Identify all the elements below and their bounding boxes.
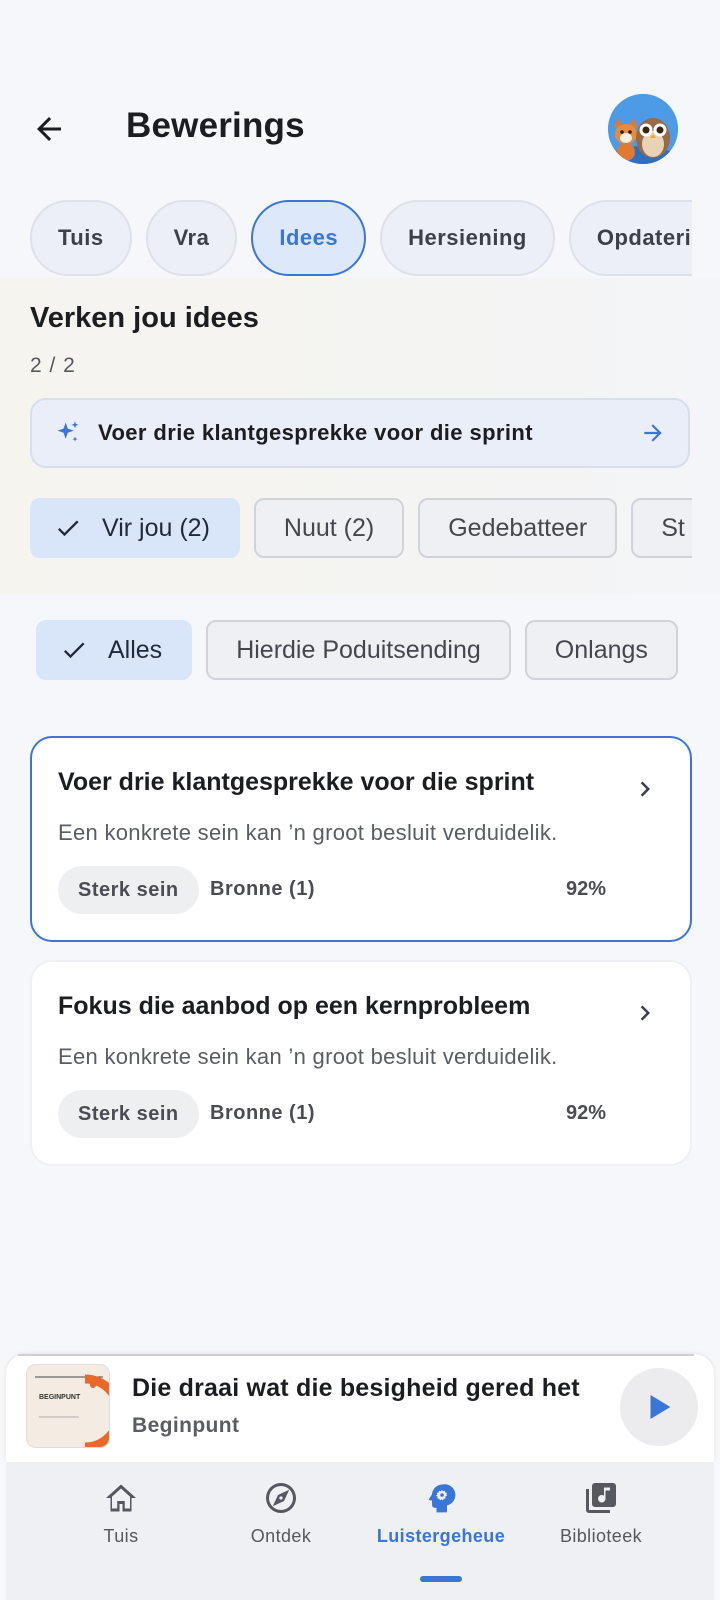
tab-bar: Tuis Vra Idees Hersiening Opdaterin bbox=[30, 200, 692, 278]
idea-description: Een konkrete sein kan ’n groot besluit v… bbox=[58, 820, 558, 845]
strength-badge: Sterk sein bbox=[58, 1090, 199, 1138]
explore-ideas-section: Verken jou idees 2 / 2 Voer drie klantge… bbox=[0, 278, 720, 594]
check-icon bbox=[54, 514, 82, 542]
podcast-name: Beginpunt bbox=[132, 1414, 240, 1437]
tab-vra[interactable]: Vra bbox=[145, 200, 238, 276]
chip-alles[interactable]: Alles bbox=[36, 620, 193, 680]
confidence-percent: 92% bbox=[565, 1102, 606, 1124]
bottom-navigation: Tuis Ontdek Luistergeheue Biblioteek bbox=[6, 1462, 714, 1600]
nav-item-luistergeheue[interactable]: Luistergeheue bbox=[366, 1480, 516, 1582]
library-icon bbox=[586, 1483, 616, 1513]
page-title: Bewerings bbox=[126, 106, 305, 145]
chevron-right-icon bbox=[630, 998, 660, 1028]
idea-card[interactable]: Fokus die aanbod op een kernprobleem Een… bbox=[30, 960, 692, 1166]
episode-title: Die draai wat die besigheid gered het bbox=[132, 1374, 580, 1402]
nav-item-tuis[interactable]: Tuis bbox=[46, 1480, 196, 1547]
chip-label: Vir jou (2) bbox=[102, 513, 210, 542]
tab-tuis[interactable]: Tuis bbox=[30, 200, 132, 276]
play-button[interactable] bbox=[620, 1368, 698, 1446]
check-icon bbox=[60, 636, 88, 664]
idea-card[interactable]: Voer drie klantgesprekke voor die sprint… bbox=[30, 736, 692, 942]
idea-count: 2 / 2 bbox=[30, 354, 76, 377]
back-button[interactable] bbox=[28, 108, 70, 150]
play-icon bbox=[650, 1394, 671, 1420]
arrow-right-icon bbox=[644, 424, 662, 442]
idea-title: Voer drie klantgesprekke voor die sprint bbox=[58, 768, 535, 796]
tab-opdatering[interactable]: Opdaterin bbox=[568, 200, 692, 276]
idea-title: Fokus die aanbod op een kernprobleem bbox=[58, 992, 531, 1020]
avatar-illustration bbox=[608, 94, 678, 164]
chip-nuut[interactable]: Nuut (2) bbox=[253, 498, 405, 558]
tab-idees[interactable]: Idees bbox=[251, 200, 367, 276]
sources-count[interactable]: Bronne (1) bbox=[210, 878, 315, 901]
brain-icon bbox=[428, 1484, 456, 1513]
chip-vir-jou[interactable]: Vir jou (2) bbox=[30, 498, 240, 558]
episode-cover: BEGINPUNT bbox=[26, 1364, 110, 1448]
chevron-right-icon bbox=[630, 774, 660, 804]
tab-hersiening[interactable]: Hersiening bbox=[380, 200, 555, 276]
sources-count[interactable]: Bronne (1) bbox=[210, 1102, 315, 1125]
confidence-percent: 92% bbox=[565, 878, 606, 900]
avatar[interactable] bbox=[608, 94, 678, 164]
suggested-idea-banner[interactable]: Voer drie klantgesprekke voor die sprint bbox=[30, 398, 690, 468]
arrow-left-icon bbox=[37, 117, 61, 141]
scope-chip-row: Alles Hierdie Poduitsending Onlangs bbox=[36, 620, 696, 682]
strength-badge: Sterk sein bbox=[58, 866, 199, 914]
sparkle-icon bbox=[57, 421, 79, 442]
nav-label: Luistergeheue bbox=[376, 1526, 506, 1546]
nav-label: Ontdek bbox=[250, 1526, 312, 1546]
chip-st[interactable]: St bbox=[631, 498, 692, 558]
top-app-bar: Bewerings bbox=[0, 90, 720, 170]
filter-chip-row: Vir jou (2) Nuut (2) Gedebatteer St bbox=[30, 498, 692, 560]
nav-item-biblioteek[interactable]: Biblioteek bbox=[526, 1480, 676, 1547]
chip-onlangs[interactable]: Onlangs bbox=[524, 620, 678, 680]
chip-label: Alles bbox=[108, 635, 163, 664]
progress-track bbox=[18, 1354, 694, 1356]
home-icon bbox=[106, 1484, 136, 1512]
compass-icon bbox=[266, 1483, 296, 1513]
nav-label: Tuis bbox=[103, 1526, 139, 1546]
mini-player[interactable]: BEGINPUNT Die draai wat die besigheid ge… bbox=[6, 1354, 714, 1462]
chip-hierdie-poduitsending[interactable]: Hierdie Poduitsending bbox=[206, 620, 511, 680]
chip-gedebatteer[interactable]: Gedebatteer bbox=[418, 498, 618, 558]
banner-text: Voer drie klantgesprekke voor die sprint bbox=[98, 420, 533, 445]
active-indicator bbox=[420, 1576, 462, 1582]
nav-label: Biblioteek bbox=[559, 1526, 643, 1546]
nav-item-ontdek[interactable]: Ontdek bbox=[206, 1480, 356, 1547]
cover-title: BEGINPUNT bbox=[39, 1394, 81, 1401]
cover-art: BEGINPUNT bbox=[27, 1365, 109, 1447]
section-title: Verken jou idees bbox=[30, 302, 259, 334]
idea-description: Een konkrete sein kan ’n groot besluit v… bbox=[58, 1044, 558, 1069]
